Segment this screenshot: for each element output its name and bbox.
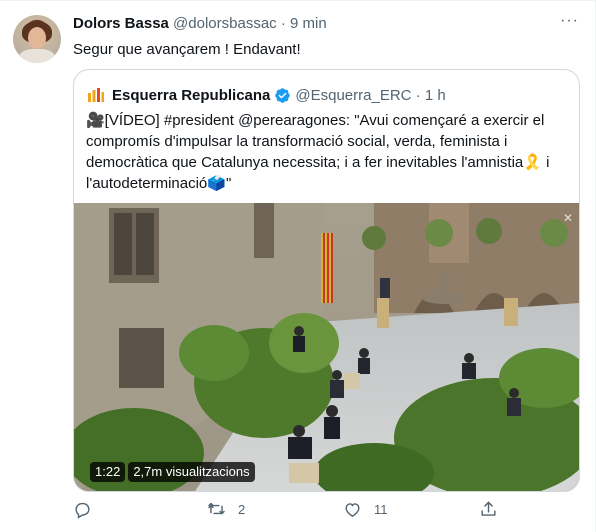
quoted-author-name[interactable]: Esquerra Republicana — [112, 87, 270, 104]
retweet-count: 2 — [238, 502, 246, 517]
quoted-tweet[interactable]: Esquerra Republicana @Esquerra_ERC · 1 h… — [73, 69, 580, 492]
reply-icon — [75, 502, 90, 519]
tweet-actions: 2 11 — [73, 500, 523, 520]
share-button[interactable] — [479, 500, 498, 519]
quoted-author-handle-time[interactable]: @Esquerra_ERC · 1 h — [295, 87, 445, 104]
more-horizontal-icon[interactable]: ··· — [560, 12, 579, 30]
video-duration: 1:22 — [90, 462, 126, 482]
video-views: 2,7m visualitzacions — [128, 462, 255, 482]
tweet-header: Dolors Bassa @dolorsbassac · 9 min — [73, 14, 327, 34]
share-icon — [481, 501, 496, 516]
quoted-tweet-text: 🎥[VÍDEO] #president @perearagones: "Avui… — [86, 112, 550, 192]
reply-button[interactable] — [73, 500, 104, 519]
video-info-badge: 1:22 2,7m visualitzacions — [90, 462, 255, 482]
retweet-icon — [208, 502, 225, 515]
verified-badge-icon — [275, 87, 291, 103]
like-button[interactable]: 11 — [343, 500, 388, 519]
like-count: 11 — [374, 502, 388, 517]
erc-logo-icon[interactable] — [86, 85, 106, 105]
author-handle-time[interactable]: @dolorsbassac · 9 min — [173, 15, 327, 32]
video-close-icon[interactable]: ✕ — [563, 211, 573, 225]
video-thumbnail — [74, 203, 579, 491]
author-name[interactable]: Dolors Bassa — [73, 15, 169, 32]
divider — [0, 0, 596, 1]
retweet-button[interactable]: 2 — [207, 500, 245, 519]
quoted-tweet-header: Esquerra Republicana @Esquerra_ERC · 1 h — [86, 85, 446, 105]
heart-icon — [345, 503, 360, 518]
tweet-card[interactable]: Dolors Bassa @dolorsbassac · 9 min ··· S… — [0, 0, 596, 532]
video-player[interactable]: ✕ 1:22 2,7m visualitzacions — [74, 203, 579, 491]
avatar[interactable] — [13, 15, 61, 63]
tweet-text: Segur que avançarem ! Endavant! — [73, 41, 301, 58]
